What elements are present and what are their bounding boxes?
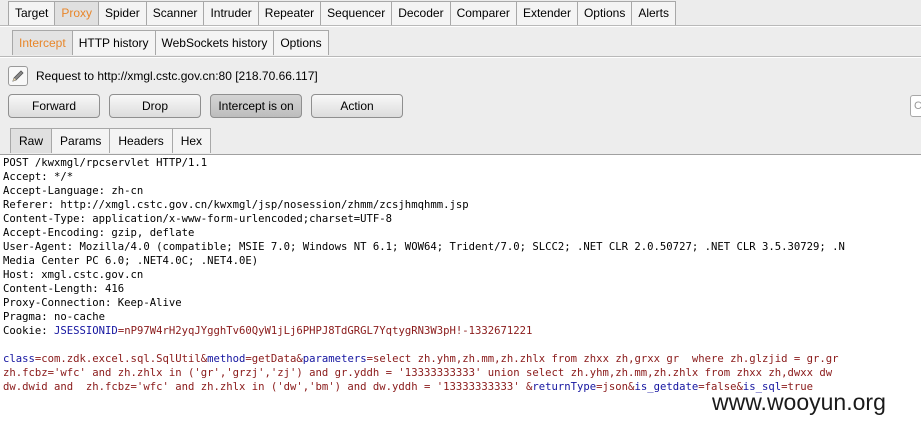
subtab-websockets-history[interactable]: WebSockets history — [154, 30, 275, 55]
tab-target[interactable]: Target — [8, 1, 56, 25]
view-tab-raw[interactable]: Raw — [10, 128, 53, 153]
cookie-name: JSESSIONID — [54, 325, 118, 337]
header-line: Pragma: no-cache — [3, 311, 106, 323]
param-name: returnType — [532, 381, 597, 393]
tab-scanner[interactable]: Scanner — [145, 1, 205, 25]
param-value: dw.dwid and zh.fcbz='wfc' and zh.zhlx in… — [3, 381, 533, 393]
tab-proxy[interactable]: Proxy — [54, 1, 100, 25]
view-tab-headers[interactable]: Headers — [109, 128, 173, 153]
tab-spider[interactable]: Spider — [98, 1, 147, 25]
tab-repeater[interactable]: Repeater — [257, 1, 322, 25]
forward-button[interactable]: Forward — [8, 94, 100, 118]
param-name: method — [207, 353, 246, 365]
param-name: class — [3, 353, 35, 365]
drop-button[interactable]: Drop — [109, 94, 201, 118]
pencil-icon — [12, 70, 24, 82]
watermark: www.wooyun.org — [712, 389, 886, 415]
search-input[interactable]: C — [910, 95, 921, 117]
header-line: Referer: http://xmgl.cstc.gov.cn/kwxmgl/… — [3, 199, 469, 211]
proxy-subtab-bar: Intercept HTTP history WebSockets history O… — [0, 27, 921, 57]
param-value: zh.fcbz='wfc' and zh.zhlx in ('gr','grzj… — [3, 367, 833, 379]
request-info-row: Request to http://xmgl.cstc.gov.cn:80 [2… — [8, 66, 318, 86]
subtab-intercept[interactable]: Intercept — [12, 30, 73, 55]
subtab-http-history[interactable]: HTTP history — [71, 30, 156, 55]
header-line: User-Agent: Mozilla/4.0 (compatible; MSI… — [3, 241, 845, 253]
tab-alerts[interactable]: Alerts — [631, 1, 677, 25]
top-tabs: Target Proxy Spider Scanner Intruder Repeater… — [8, 1, 677, 25]
body-line: class=com.zdk.excel.sql.SqlUtil&method=g… — [3, 352, 845, 366]
cookie-value: =nP97W4rH2yqJYgghTv60QyW1jLj6PHPJ8TdGRGL… — [117, 325, 533, 337]
tab-decoder[interactable]: Decoder — [391, 1, 451, 25]
param-value: =select zh.yhm,zh.mm,zh.zhlx from zhxx z… — [366, 353, 839, 365]
param-value: =com.zdk.excel.sql.SqlUtil& — [34, 353, 208, 365]
header-line: Content-Type: application/x-www-form-url… — [3, 213, 393, 225]
action-button[interactable]: Action — [311, 94, 403, 118]
header-line: Media Center PC 6.0; .NET4.0C; .NET4.0E) — [3, 255, 259, 267]
proxy-subtabs: Intercept HTTP history WebSockets history O… — [12, 30, 329, 55]
tab-intruder[interactable]: Intruder — [203, 1, 259, 25]
tab-extender[interactable]: Extender — [515, 1, 578, 25]
view-tab-hex[interactable]: Hex — [171, 128, 212, 153]
param-name: parameters — [302, 353, 367, 365]
view-tab-params[interactable]: Params — [51, 128, 111, 153]
param-value: =getData& — [245, 353, 303, 365]
subtab-options[interactable]: Options — [273, 30, 329, 55]
header-line: Accept: */* — [3, 171, 74, 183]
header-line: Proxy-Connection: Keep-Alive — [3, 297, 182, 309]
header-line: Accept-Encoding: gzip, deflate — [3, 227, 195, 239]
tab-sequencer[interactable]: Sequencer — [320, 1, 393, 25]
cookie-line: Cookie: JSESSIONID=nP97W4rH2yqJYgghTv60Q… — [3, 324, 845, 338]
top-tab-bar: Target Proxy Spider Scanner Intruder Repeater… — [0, 0, 921, 26]
header-line: Accept-Language: zh-cn — [3, 185, 144, 197]
message-view-tabs: Raw Params Headers Hex — [10, 128, 212, 153]
raw-request-text: POST /kwxmgl/rpcservlet HTTP/1.1 Accept: … — [3, 156, 845, 394]
request-target-label: Request to http://xmgl.cstc.gov.cn:80 [2… — [36, 69, 318, 83]
intercept-toggle-button[interactable]: Intercept is on — [210, 94, 302, 118]
edit-request-button[interactable] — [8, 66, 28, 86]
header-line: POST /kwxmgl/rpcservlet HTTP/1.1 — [3, 157, 208, 169]
param-name: is_getdate — [634, 381, 699, 393]
cookie-prefix: Cookie: — [3, 325, 55, 337]
tab-comparer[interactable]: Comparer — [449, 1, 517, 25]
body-line: zh.fcbz='wfc' and zh.zhlx in ('gr','grzj… — [3, 366, 845, 380]
tab-options[interactable]: Options — [576, 1, 633, 25]
header-line: Host: xmgl.cstc.gov.cn — [3, 269, 144, 281]
header-line: Content-Length: 416 — [3, 283, 125, 295]
param-value: =json& — [596, 381, 635, 393]
